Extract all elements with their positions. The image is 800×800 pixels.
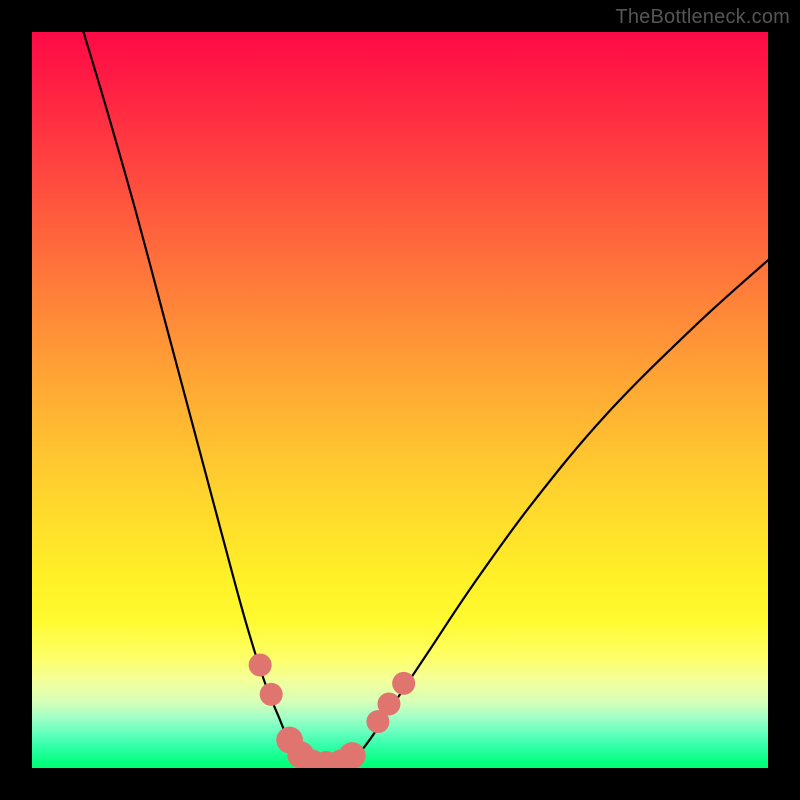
chart-svg (32, 32, 768, 768)
plot-area (32, 32, 768, 768)
curve-left-curve (84, 32, 308, 765)
watermark-text: TheBottleneck.com (615, 6, 790, 29)
data-marker (260, 683, 283, 706)
data-marker (249, 653, 272, 676)
data-marker (377, 692, 400, 715)
data-marker (392, 672, 415, 695)
data-marker (339, 742, 366, 768)
chart-frame: TheBottleneck.com (0, 0, 800, 800)
